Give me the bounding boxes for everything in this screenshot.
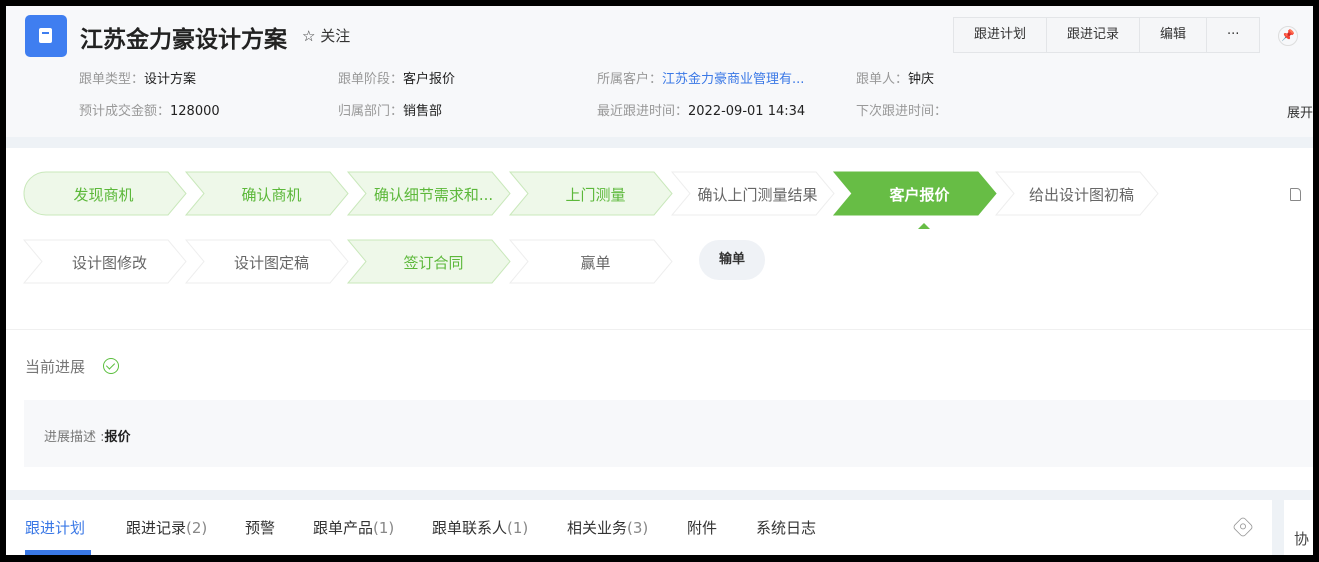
edit-button[interactable]: 编辑 xyxy=(1140,18,1208,52)
meta-owner: 跟单人：钟庆 xyxy=(856,72,935,87)
stage-11[interactable] xyxy=(508,239,673,284)
stage-8[interactable] xyxy=(22,239,187,284)
stage-1[interactable] xyxy=(23,171,187,216)
side-panel: 协 xyxy=(1284,500,1313,555)
page-title: 江苏金力豪设计方案 xyxy=(80,27,287,53)
deal-icon xyxy=(25,15,67,57)
tab-count: (1) xyxy=(507,519,529,537)
stage-4[interactable] xyxy=(508,171,673,216)
tab-label: 相关业务 xyxy=(567,519,628,537)
document-icon[interactable] xyxy=(1290,188,1301,201)
tab-1[interactable]: 跟进计划 xyxy=(25,517,85,538)
follow-label: 关注 xyxy=(320,27,351,45)
side-panel-label: 协 xyxy=(1294,530,1310,548)
progress-title: 当前进展 xyxy=(25,358,86,376)
active-tab-indicator xyxy=(25,550,91,555)
expand-link[interactable]: 展开 xyxy=(1287,102,1313,121)
check-circle-icon xyxy=(103,358,119,374)
tab-label: 附件 xyxy=(687,519,718,537)
meta-deal-type: 跟单类型：设计方案 xyxy=(79,72,197,87)
follow-record-button[interactable]: 跟进记录 xyxy=(1047,18,1141,52)
tab-label: 跟单产品 xyxy=(313,519,374,537)
tab-label: 跟进记录 xyxy=(126,519,187,537)
customer-link[interactable]: 江苏金力豪商业管理有... xyxy=(662,72,804,87)
meta-deal-stage: 跟单阶段：客户报价 xyxy=(338,72,456,87)
stage-6[interactable] xyxy=(832,171,997,216)
stage-5[interactable] xyxy=(670,171,835,216)
tab-3[interactable]: 预警 xyxy=(245,517,275,538)
pin-icon[interactable]: 📌 xyxy=(1278,26,1298,46)
tab-2[interactable]: 跟进记录(2) xyxy=(126,517,207,538)
tab-label: 预警 xyxy=(245,519,276,537)
stage-7[interactable] xyxy=(994,171,1159,216)
star-icon: ☆ xyxy=(302,27,316,45)
tab-6[interactable]: 相关业务(3) xyxy=(567,517,648,538)
divider xyxy=(6,329,1313,330)
stage-pipeline: 发现商机 确认商机 确认细节需求和... 上门测量 确认上门测量结果 客户报价 给出设计图初… xyxy=(6,148,1313,298)
tab-label: 跟单联系人 xyxy=(432,519,508,537)
deal-header: 江苏金力豪设计方案 ☆ 关注 跟进计划 跟进记录 编辑 ··· 📌 跟单类型：设… xyxy=(6,6,1313,137)
stage-3[interactable] xyxy=(346,171,511,216)
meta-department: 归属部门：销售部 xyxy=(338,104,443,119)
tab-count: (1) xyxy=(373,519,395,537)
follow-plan-button[interactable]: 跟进计划 xyxy=(954,18,1048,52)
tab-label: 跟进计划 xyxy=(25,519,86,537)
stage-2[interactable] xyxy=(184,171,349,216)
tab-4[interactable]: 跟单产品(1) xyxy=(313,517,394,538)
meta-last-follow: 最近跟进时间：2022-09-01 14:34 xyxy=(597,104,806,119)
action-buttons: 跟进计划 跟进记录 编辑 ··· xyxy=(953,17,1261,53)
tab-8[interactable]: 系统日志 xyxy=(756,517,816,538)
tab-count: (3) xyxy=(627,519,649,537)
tab-7[interactable]: 附件 xyxy=(687,517,717,538)
meta-next-follow: 下次跟进时间： xyxy=(856,104,948,119)
meta-amount: 预计成交金额：128000 xyxy=(79,104,220,119)
tab-label: 系统日志 xyxy=(756,519,817,537)
progress-description-box: 进展描述 :报价 xyxy=(24,400,1313,467)
stage-9[interactable] xyxy=(184,239,349,284)
tab-5[interactable]: 跟单联系人(1) xyxy=(432,517,528,538)
lose-deal-button[interactable]: 输单 xyxy=(699,240,765,280)
stage-10[interactable] xyxy=(346,239,511,284)
current-stage-marker xyxy=(918,223,930,229)
settings-icon[interactable] xyxy=(1232,516,1254,538)
stage-card: 发现商机 确认商机 确认细节需求和... 上门测量 确认上门测量结果 客户报价 给出设计图初… xyxy=(6,148,1313,490)
meta-customer: 所属客户：江苏金力豪商业管理有... xyxy=(597,72,805,87)
stage-shapes xyxy=(22,171,1159,284)
tab-bar: 跟进计划 跟进记录(2) 预警 跟单产品(1) 跟单联系人(1) 相关业务(3) 附件 系统日… xyxy=(6,500,1272,555)
more-button[interactable]: ··· xyxy=(1207,18,1259,52)
tab-count: (2) xyxy=(186,519,208,537)
follow-button[interactable]: ☆ 关注 xyxy=(302,25,350,46)
deal-detail-page: 江苏金力豪设计方案 ☆ 关注 跟进计划 跟进记录 编辑 ··· 📌 跟单类型：设… xyxy=(6,6,1313,555)
progress-description: 进展描述 :报价 xyxy=(44,430,131,445)
